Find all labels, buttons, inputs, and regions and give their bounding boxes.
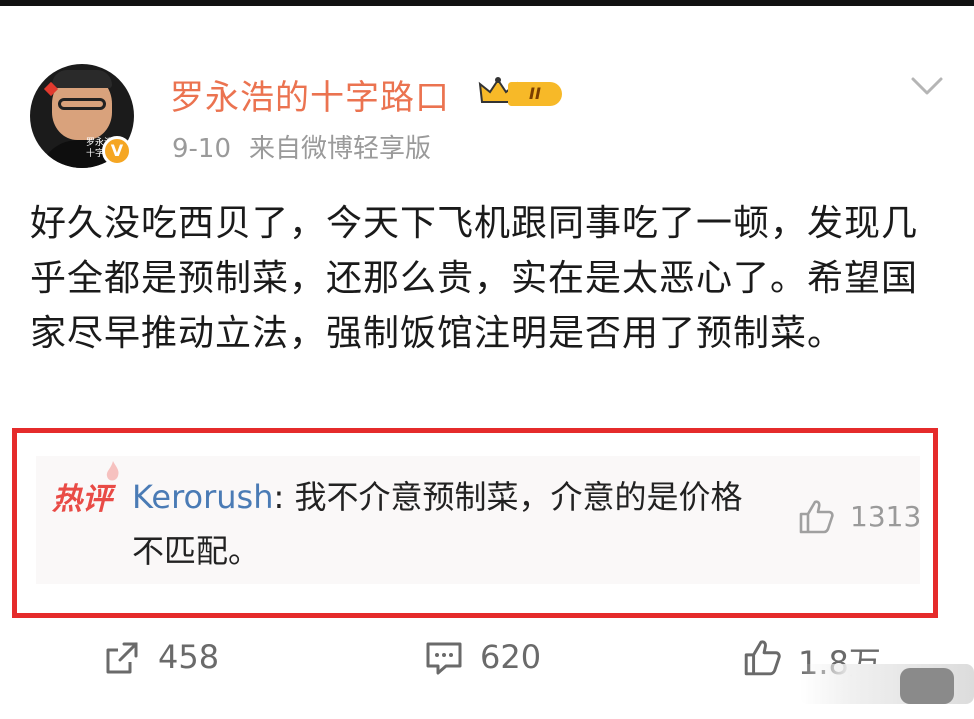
corner-watermark-logo (900, 668, 954, 704)
post-date: 9-10 (172, 134, 232, 164)
avatar-hair (52, 70, 112, 88)
comment-count: 620 (480, 638, 542, 676)
post-body-text: 好久没吃西贝了，今天下飞机跟同事吃了一顿，发现几乎全都是预制菜，还那么贵，实在是… (30, 203, 919, 354)
post-source[interactable]: 来自微博轻享版 (249, 134, 431, 164)
verified-v-icon: V (102, 136, 132, 166)
crown-level-icon[interactable]: II (478, 72, 574, 108)
comment-icon (426, 642, 462, 675)
author-name[interactable]: 罗永浩的十字路口 (170, 70, 450, 119)
thumbs-up-icon[interactable] (797, 498, 835, 536)
flame-icon (106, 461, 119, 481)
repost-icon (106, 642, 138, 674)
level-badge-text: II (508, 82, 562, 106)
repost-count: 458 (158, 638, 220, 676)
hot-comment-text: Kerorush: 我不介意预制菜，介意的是价格不匹配。 (132, 470, 772, 578)
post-meta: 9-10 来自微博轻享版 (172, 128, 431, 165)
hot-comment-separator: : (273, 478, 295, 516)
chevron-down-icon[interactable] (910, 74, 944, 98)
thumbs-up-icon (744, 640, 781, 676)
avatar-glasses (58, 98, 106, 110)
hot-comment-like-count: 1313 (850, 500, 922, 533)
hot-comment-author[interactable]: Kerorush (132, 478, 274, 516)
hot-comment-label: 热评 (52, 482, 112, 517)
